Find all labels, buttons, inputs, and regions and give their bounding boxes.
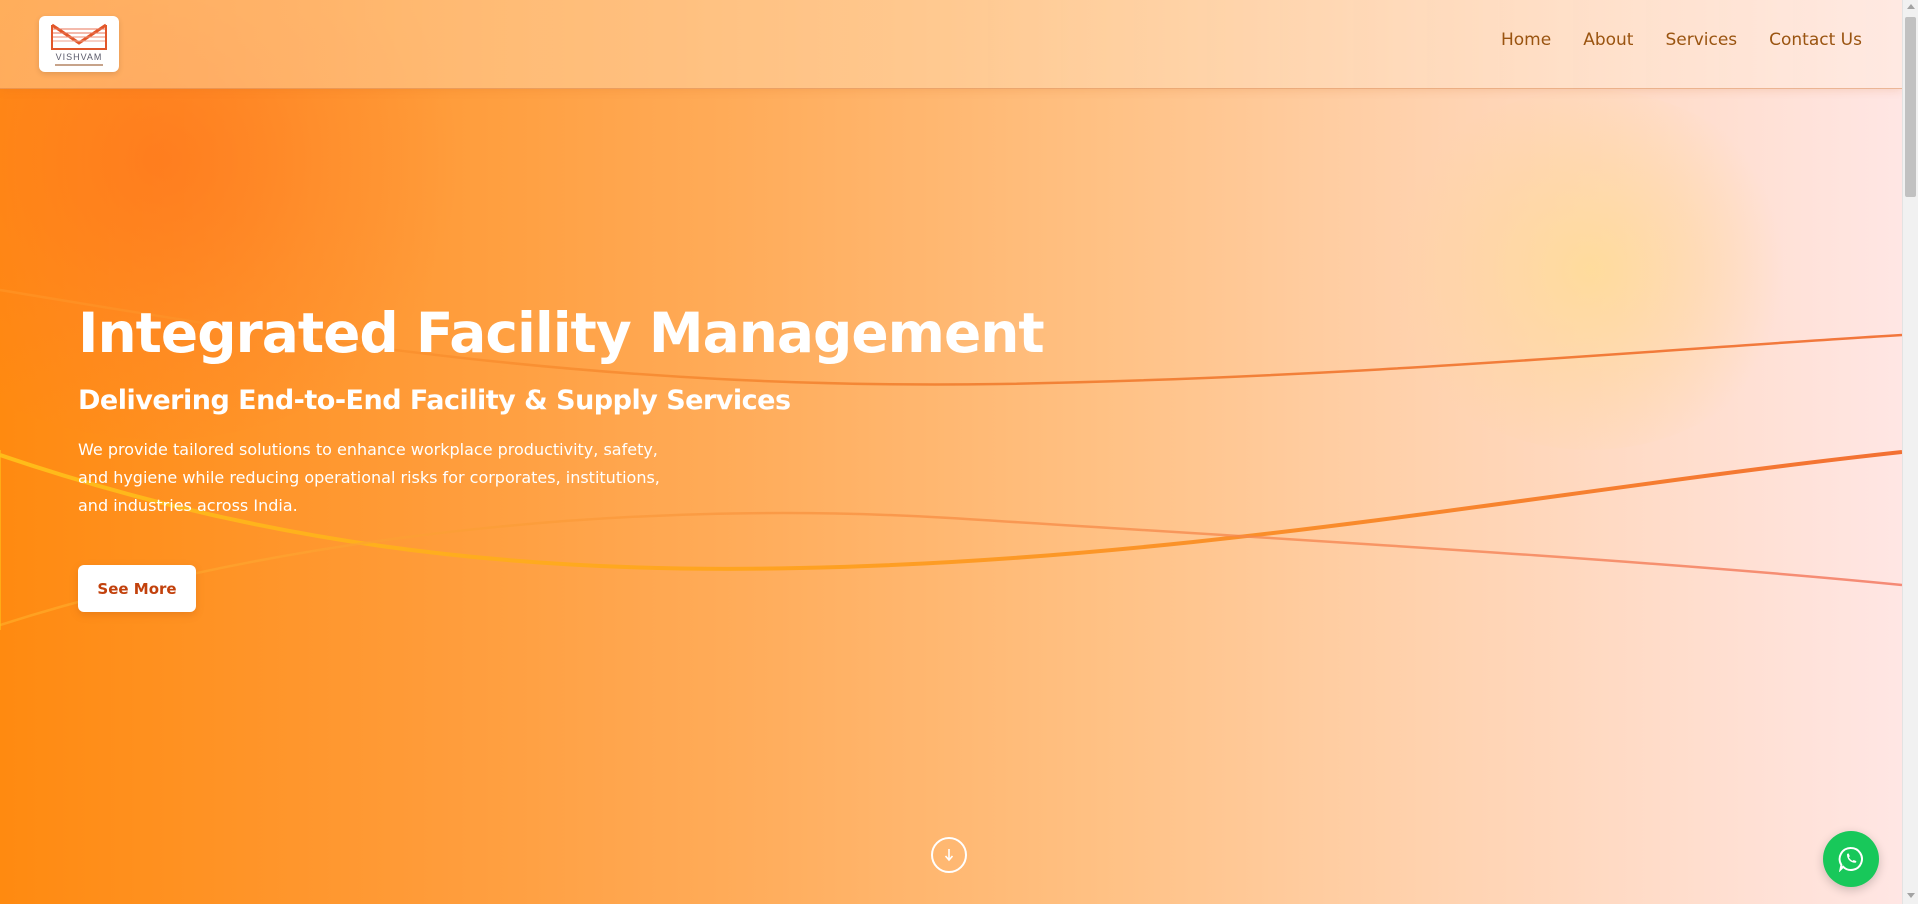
nav-link-about[interactable]: About <box>1583 30 1633 50</box>
landing-page: VISHVAM Home About Services Contact Us I… <box>0 0 1902 904</box>
scrollbar-thumb[interactable] <box>1905 17 1916 197</box>
scrollbar-down-arrow-icon[interactable] <box>1907 893 1915 898</box>
nav-link-home[interactable]: Home <box>1501 30 1551 50</box>
whatsapp-icon <box>1838 846 1863 872</box>
brand-logo[interactable]: VISHVAM <box>39 16 119 72</box>
scrollbar-up-arrow-icon[interactable] <box>1907 4 1915 9</box>
hero-description: We provide tailored solutions to enhance… <box>78 440 660 515</box>
nav-link-services[interactable]: Services <box>1665 30 1737 50</box>
see-more-button[interactable]: See More <box>78 565 196 612</box>
hero-section: Integrated Facility Management Deliverin… <box>78 300 1178 520</box>
brand-tagline-bar <box>55 63 103 66</box>
whatsapp-chat-button[interactable] <box>1823 831 1879 887</box>
vishvam-logo-mark-icon <box>51 23 107 50</box>
hero-subtitle: Delivering End-to-End Facility & Supply … <box>78 385 791 416</box>
brand-name: VISHVAM <box>55 51 103 62</box>
scroll-down-button[interactable] <box>931 837 967 873</box>
arrow-down-icon <box>944 849 954 862</box>
site-header: VISHVAM Home About Services Contact Us <box>0 0 1902 89</box>
vertical-scrollbar[interactable] <box>1902 0 1918 904</box>
nav-link-contact-us[interactable]: Contact Us <box>1769 30 1862 50</box>
browser-viewport: VISHVAM Home About Services Contact Us I… <box>0 0 1918 904</box>
hero-title: Integrated Facility Management <box>78 301 1045 365</box>
main-navigation: Home About Services Contact Us <box>1469 30 1862 50</box>
